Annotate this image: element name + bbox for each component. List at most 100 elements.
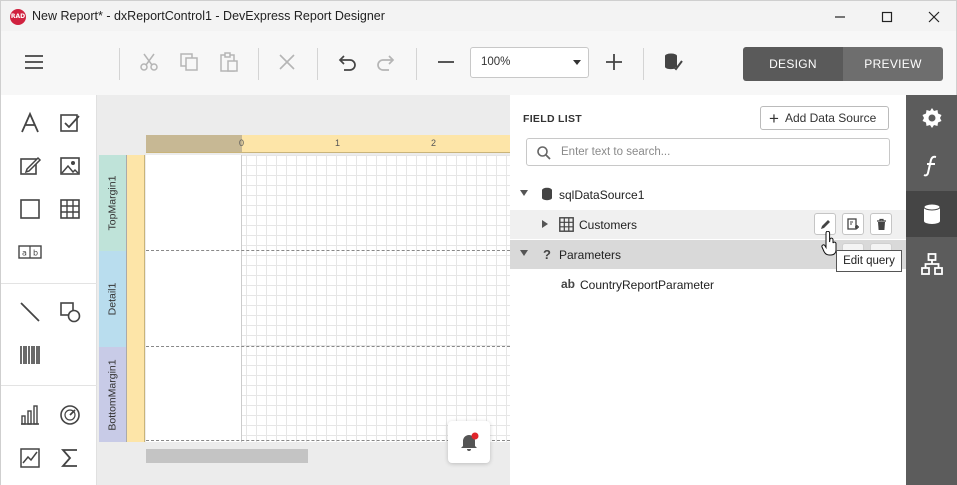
zoom-in-button[interactable] — [599, 47, 629, 77]
window-title: New Report* - dxReportControl1 - DevExpr… — [32, 9, 385, 23]
hamburger-icon — [25, 55, 43, 69]
page-left-margin — [146, 155, 242, 442]
shape-icon — [60, 302, 81, 323]
preview-mode-button[interactable]: PREVIEW — [843, 47, 943, 81]
band-tab-bottom-margin[interactable]: BottomMargin1 — [99, 347, 127, 442]
maximize-icon — [881, 11, 893, 22]
tool-sparkline[interactable] — [15, 443, 45, 473]
paste-icon — [220, 52, 238, 72]
properties-tab[interactable] — [906, 95, 957, 141]
toolbar-separator — [258, 48, 259, 80]
cut-button[interactable] — [134, 47, 164, 77]
add-data-source-button[interactable]: + Add Data Source — [760, 106, 889, 130]
search-input[interactable] — [561, 143, 881, 161]
ruler-number: 2 — [431, 138, 437, 148]
picture-icon — [60, 157, 80, 175]
gear-icon — [922, 108, 941, 128]
search-icon — [537, 146, 551, 160]
add-calculated-field-icon — [846, 217, 859, 230]
undo-button[interactable] — [332, 47, 362, 77]
vertical-ruler — [127, 155, 145, 442]
tree-row-data-source[interactable]: sqlDataSource1 — [510, 180, 906, 209]
band-label: Detail1 — [106, 282, 119, 316]
collapse-arrow-icon[interactable] — [520, 250, 528, 256]
toolbar-separator — [119, 48, 120, 80]
tool-label[interactable] — [15, 108, 45, 138]
report-page[interactable] — [146, 155, 510, 442]
maximize-button[interactable] — [864, 1, 910, 32]
notifications-button[interactable] — [448, 421, 490, 463]
mode-switch: DESIGN PREVIEW — [743, 47, 943, 81]
chevron-down-icon — [573, 60, 581, 65]
table-icon — [558, 216, 574, 232]
copy-button[interactable] — [174, 47, 204, 77]
bar-chart-icon — [21, 405, 39, 425]
zoom-select[interactable]: 100% — [470, 47, 589, 78]
expressions-tab[interactable] — [906, 143, 957, 189]
band-tab-detail[interactable]: Detail1 — [99, 251, 127, 347]
tool-checkbox[interactable] — [55, 108, 85, 138]
report-explorer-tab[interactable] — [906, 241, 957, 287]
tool-character-comb[interactable]: ab — [15, 237, 45, 267]
data-source-label: sqlDataSource1 — [559, 188, 645, 202]
horizontal-scrollbar[interactable] — [146, 449, 308, 463]
expand-arrow-icon[interactable] — [542, 220, 548, 228]
close-icon — [928, 11, 940, 22]
tool-barcode[interactable] — [15, 340, 45, 370]
field-list-tab[interactable] — [906, 191, 957, 237]
character-comb-icon: ab — [18, 245, 42, 259]
redo-button[interactable] — [371, 47, 401, 77]
tool-summary[interactable] — [55, 443, 85, 473]
database-check-icon — [665, 53, 683, 71]
sparkline-icon — [20, 448, 40, 468]
zoom-out-button[interactable] — [431, 47, 461, 77]
band-boundary[interactable] — [146, 250, 510, 251]
tree-row-customers[interactable]: Customers — [510, 210, 906, 239]
table-label: Customers — [579, 218, 638, 232]
add-data-source-label: Add Data Source — [784, 111, 877, 125]
tool-panel[interactable] — [15, 194, 45, 224]
svg-text:b: b — [33, 249, 38, 258]
paste-button[interactable] — [214, 47, 244, 77]
scissors-icon — [140, 53, 158, 71]
minimize-icon — [835, 15, 845, 18]
band-label: BottomMargin1 — [106, 358, 119, 431]
manage-relations-button[interactable] — [842, 213, 864, 235]
parameters-label: Parameters — [559, 248, 622, 262]
search-box[interactable] — [526, 138, 890, 166]
design-mode-button[interactable]: DESIGN — [743, 47, 843, 81]
close-button[interactable] — [911, 1, 957, 32]
remove-button[interactable] — [870, 213, 892, 235]
tool-line[interactable] — [15, 297, 45, 327]
tool-rich-text[interactable] — [15, 151, 45, 181]
tree-row-parameter[interactable]: ab CountryReportParameter — [510, 270, 906, 299]
copy-icon — [180, 53, 198, 71]
design-surface[interactable]: 0 1 2 TopMargin1 Detail1 BottomMargin1 — [97, 95, 510, 485]
rich-text-edit-icon — [20, 156, 42, 175]
string-type-icon: ab — [560, 277, 575, 291]
hierarchy-icon — [920, 253, 943, 275]
tool-chart[interactable] — [15, 400, 45, 430]
database-icon — [539, 186, 555, 202]
toolbox: ab — [0, 95, 98, 485]
trash-icon — [876, 218, 886, 230]
zoom-value: 100% — [481, 56, 511, 68]
toolbox-separator — [1, 283, 98, 284]
validate-bindings-button[interactable] — [658, 47, 688, 77]
field-list-panel: FIELD LIST + Add Data Source sqlDataSour… — [510, 95, 906, 485]
line-icon — [20, 302, 40, 322]
tool-gauge[interactable] — [55, 400, 85, 430]
band-tab-top-margin[interactable]: TopMargin1 — [99, 155, 127, 251]
panel-title: FIELD LIST — [523, 113, 582, 125]
tool-table[interactable] — [55, 194, 85, 224]
collapse-arrow-icon[interactable] — [520, 190, 528, 196]
minimize-button[interactable] — [817, 1, 863, 32]
ruler-number: 0 — [239, 138, 245, 148]
parameter-label: CountryReportParameter — [580, 278, 715, 292]
tool-picture-box[interactable] — [55, 151, 85, 181]
band-boundary[interactable] — [146, 346, 510, 347]
hamburger-menu-button[interactable] — [19, 47, 49, 77]
delete-button[interactable] — [272, 47, 302, 77]
tool-shape[interactable] — [55, 297, 85, 327]
main-toolbar: 100% DESIGN PREVIEW — [0, 31, 957, 95]
